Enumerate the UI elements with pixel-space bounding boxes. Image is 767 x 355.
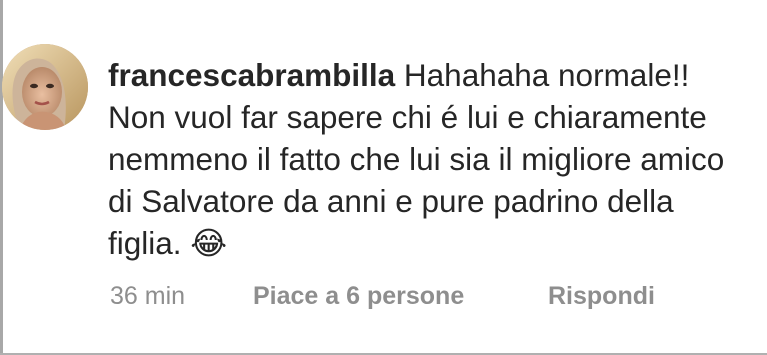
comment-body: francescabrambilla Hahahaha normale!! No… bbox=[108, 54, 748, 264]
comment-timestamp: 36 min bbox=[110, 282, 186, 310]
reply-button[interactable]: Rispondi bbox=[548, 280, 655, 312]
avatar[interactable] bbox=[2, 44, 88, 130]
comment-username[interactable]: francescabrambilla bbox=[108, 57, 395, 93]
likes-count-button[interactable]: Piace a 6 persone bbox=[253, 280, 464, 312]
avatar-photo-icon bbox=[2, 44, 88, 130]
comment: francescabrambilla Hahahaha normale!! No… bbox=[0, 0, 767, 355]
